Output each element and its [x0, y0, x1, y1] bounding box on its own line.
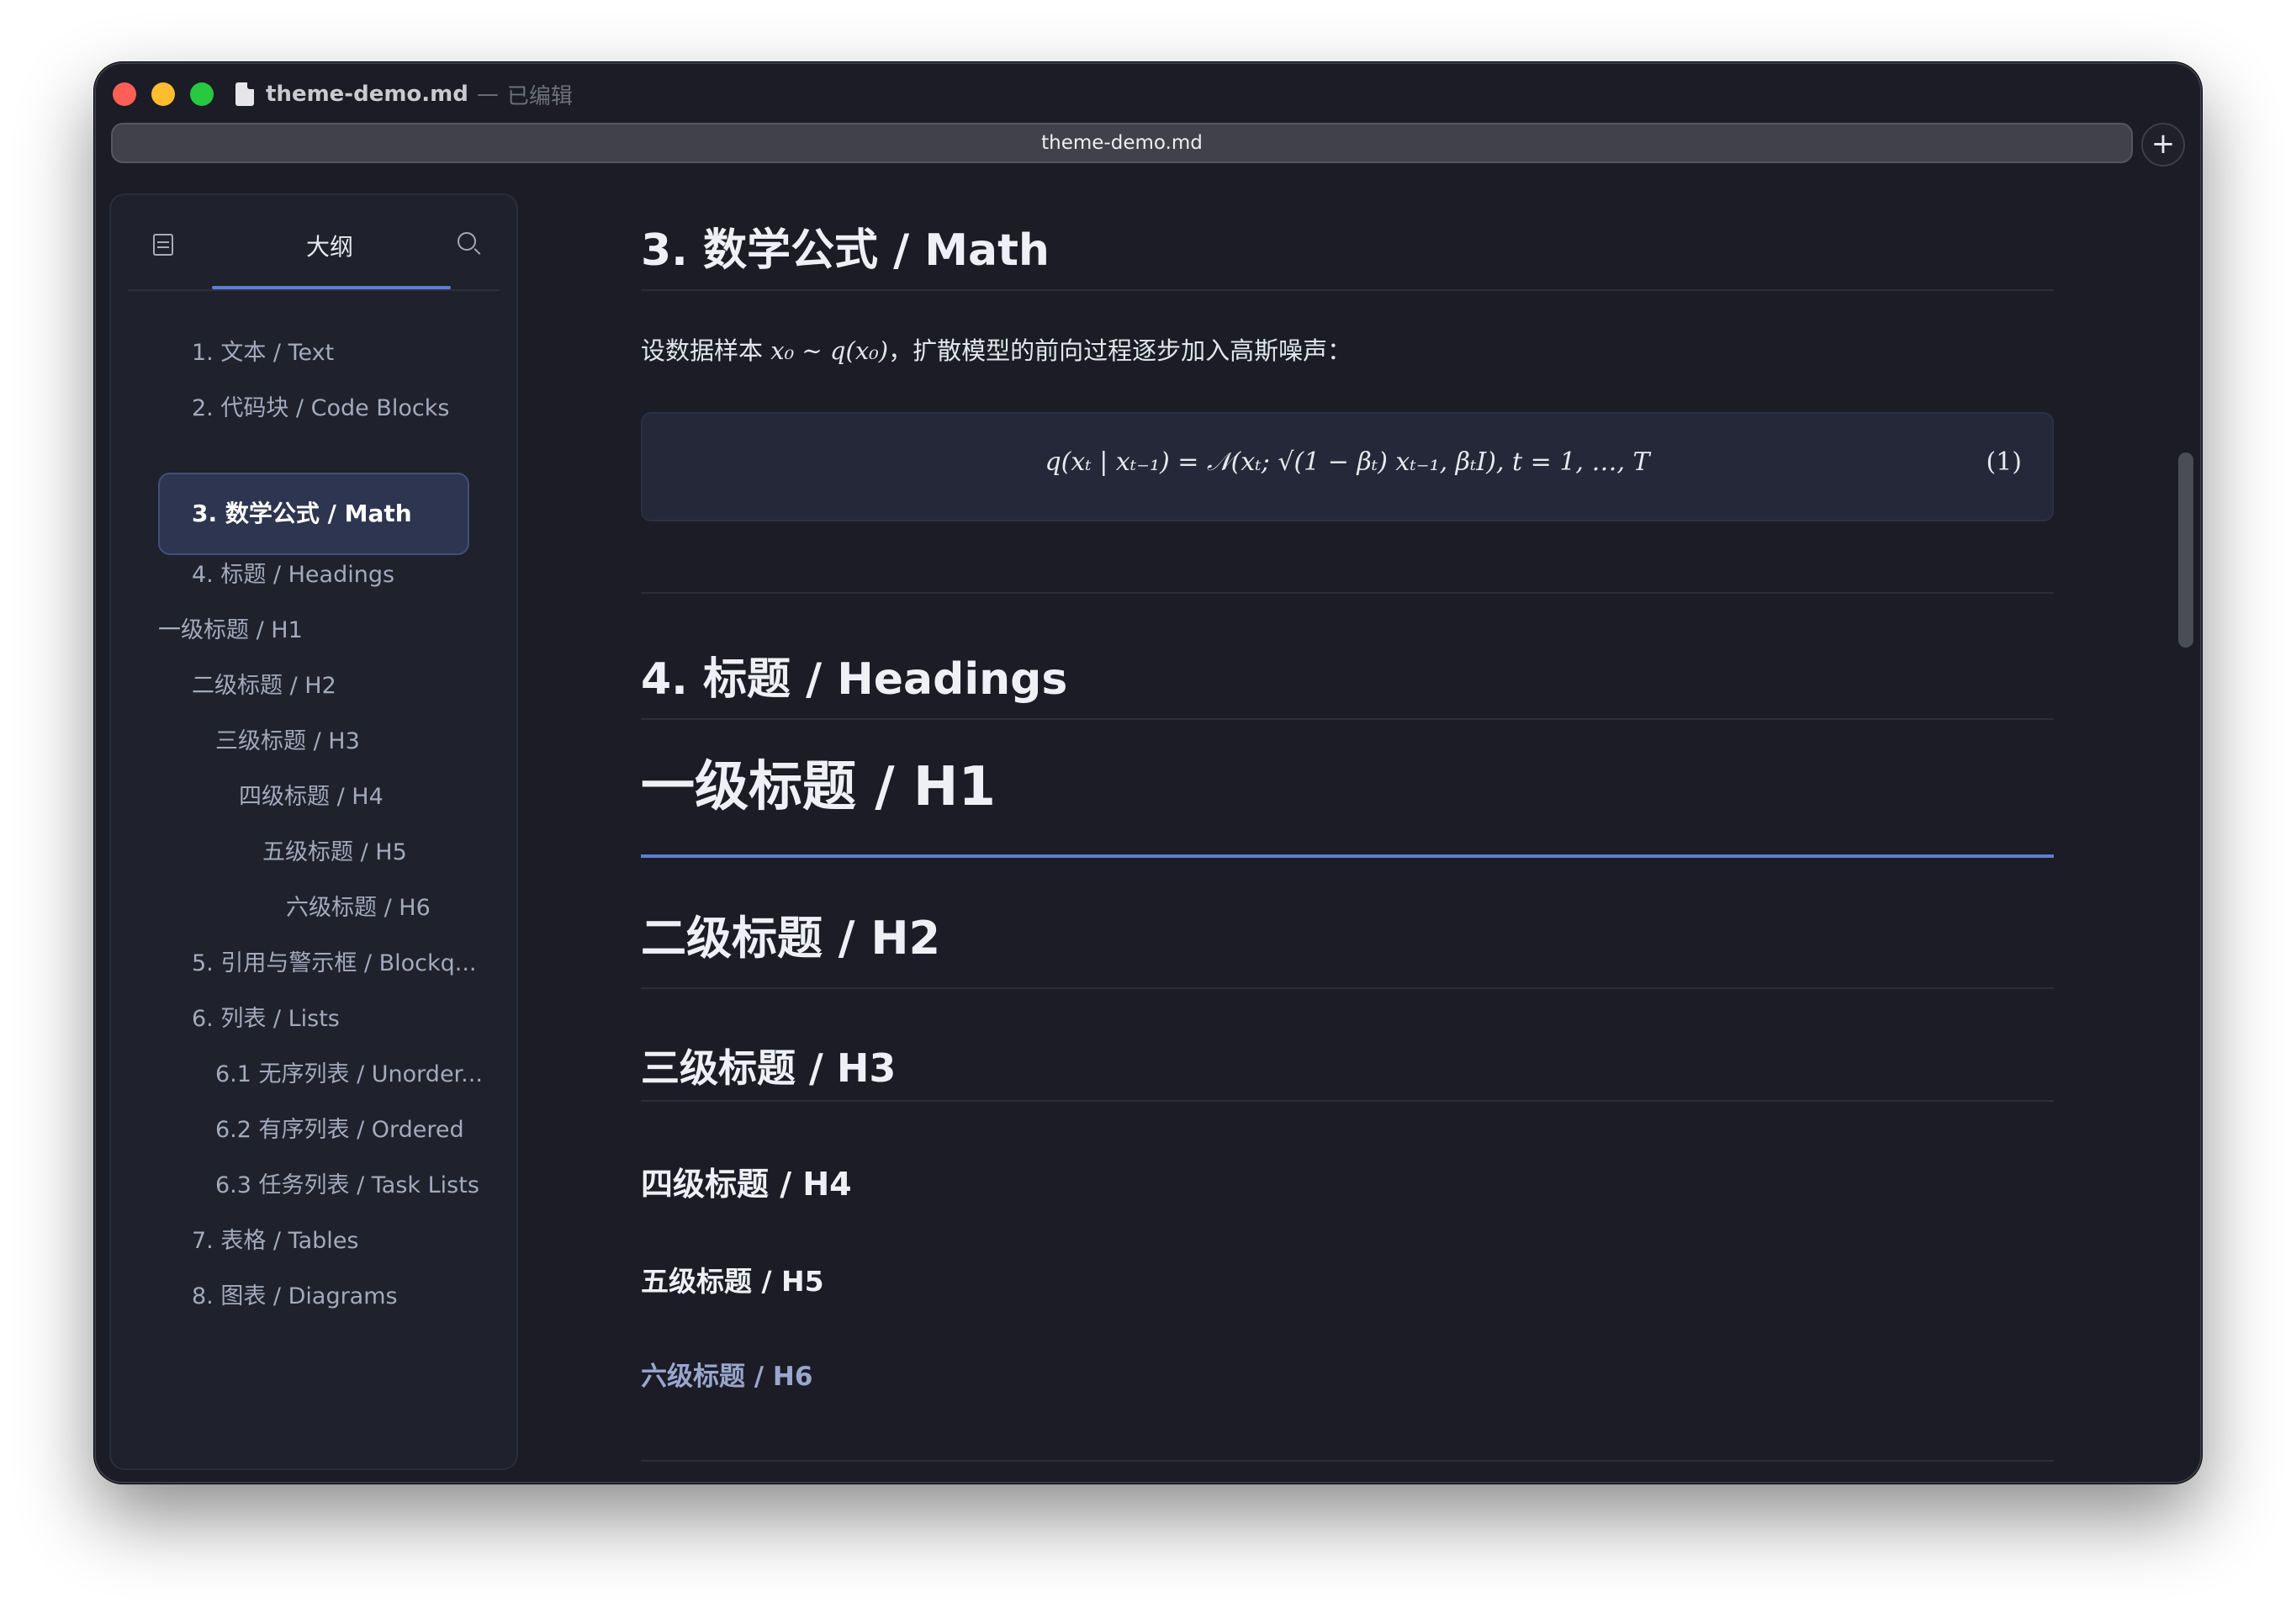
- section-heading-headings: 4. 标题 / Headings: [641, 656, 2054, 720]
- h1-underline: [641, 854, 2054, 858]
- intro-text-suffix: ，扩散模型的前向过程逐步加入高斯噪声：: [888, 336, 1352, 365]
- math-intro-paragraph: 设数据样本 x₀ ∼ q(x₀)，扩散模型的前向过程逐步加入高斯噪声：: [641, 331, 1352, 367]
- horizontal-rule: [641, 592, 2054, 594]
- heading-h2: 二级标题 / H2: [641, 913, 2054, 989]
- section-heading-math: 3. 数学公式 / Math: [641, 227, 2054, 291]
- inline-math: x₀ ∼ q(x₀): [770, 336, 889, 365]
- equation-number: (1): [1986, 447, 2023, 477]
- heading-h3: 三级标题 / H3: [641, 1046, 2054, 1102]
- editor-content[interactable]: 3. 数学公式 / Math 设数据样本 x₀ ∼ q(x₀)，扩散模型的前向过…: [96, 64, 2200, 1482]
- editor-window: theme-demo.md — 已编辑 theme-demo.md + 大纲 1…: [94, 62, 2202, 1484]
- heading-h1: 一级标题 / H1: [641, 756, 997, 818]
- heading-h4: 四级标题 / H4: [641, 1166, 852, 1203]
- intro-text-prefix: 设数据样本: [641, 336, 771, 365]
- equation: q(xₜ | xₜ₋₁) = 𝒩(xₜ; √(1 − βₜ) xₜ₋₁, βₜI…: [1045, 447, 1650, 477]
- math-block[interactable]: q(xₜ | xₜ₋₁) = 𝒩(xₜ; √(1 − βₜ) xₜ₋₁, βₜI…: [641, 412, 2054, 521]
- heading-h5: 五级标题 / H5: [641, 1265, 824, 1298]
- horizontal-rule-bottom: [641, 1460, 2054, 1462]
- heading-h6: 六级标题 / H6: [641, 1362, 813, 1392]
- vertical-scrollbar[interactable]: [2178, 452, 2193, 648]
